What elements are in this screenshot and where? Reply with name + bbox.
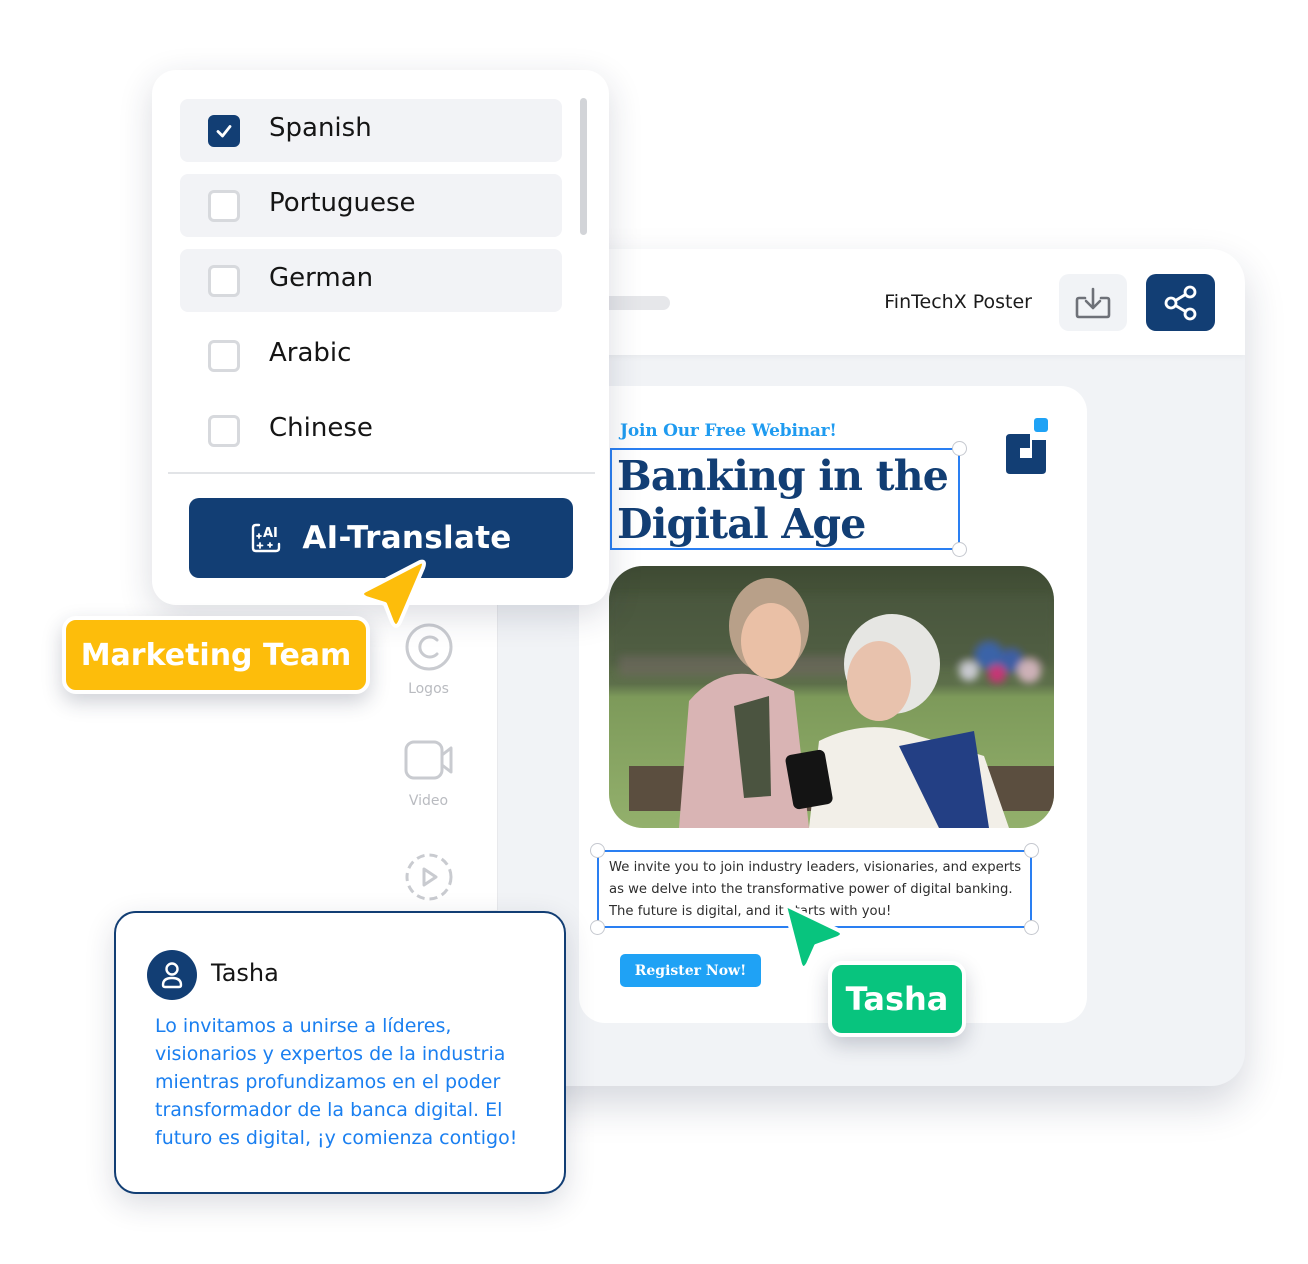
checkbox[interactable]	[208, 265, 240, 297]
share-button[interactable]	[1146, 274, 1215, 331]
comment-card: Tasha Lo invitamos a unirse a líderes, v…	[114, 911, 566, 1194]
collaborator-tag-tasha: Tasha	[828, 961, 966, 1037]
tool-video-label: Video	[408, 793, 449, 809]
animation-play-icon	[405, 853, 452, 901]
poster-photo[interactable]	[609, 566, 1054, 828]
poster-kicker[interactable]: Join Our Free Webinar!	[620, 421, 837, 441]
resize-handle[interactable]	[1024, 843, 1039, 858]
checkbox[interactable]	[208, 190, 240, 222]
video-camera-icon	[404, 740, 452, 780]
download-button[interactable]	[1059, 274, 1127, 331]
language-label: Chinese	[269, 413, 373, 443]
resize-handle[interactable]	[590, 920, 605, 935]
tool-animate[interactable]	[360, 852, 497, 907]
language-option-portuguese[interactable]: Portuguese	[180, 174, 562, 237]
editor-topbar: FinTechX Poster	[498, 249, 1245, 355]
tool-logos-label: Logos	[408, 681, 449, 697]
tool-video[interactable]: Video	[360, 738, 497, 809]
checkmark-icon	[216, 125, 232, 138]
tool-sidebar: Logos Video	[360, 600, 498, 910]
headline-line-2: Digital Age	[617, 500, 866, 548]
language-label: German	[269, 263, 374, 293]
document-title: FinTechX Poster	[884, 291, 1032, 313]
checkbox[interactable]	[208, 415, 240, 447]
language-menu: Spanish Portuguese German Arabic Chinese…	[152, 70, 609, 605]
user-icon	[161, 962, 183, 989]
register-now-button[interactable]: Register Now!	[620, 954, 761, 987]
collaborator-tag-marketing-team: Marketing Team	[62, 616, 370, 694]
download-icon	[1075, 287, 1111, 318]
poster-headline[interactable]: Banking in the Digital Age	[617, 452, 977, 548]
scrollbar[interactable]	[580, 98, 587, 235]
checkbox-checked[interactable]	[208, 115, 240, 147]
language-label: Arabic	[269, 338, 352, 368]
comment-text: Lo invitamos a unirse a líderes, visiona…	[155, 1015, 518, 1149]
headline-line-1: Banking in the	[617, 452, 949, 500]
language-label: Portuguese	[269, 188, 416, 218]
avatar	[147, 950, 197, 1000]
comment-author: Tasha	[211, 959, 279, 987]
share-icon	[1164, 285, 1196, 320]
svg-text:AI: AI	[263, 526, 278, 541]
language-option-chinese[interactable]: Chinese	[180, 399, 562, 462]
ai-translate-label: AI-Translate	[302, 520, 512, 556]
ai-sparkle-icon: AI	[252, 523, 281, 553]
language-option-arabic[interactable]: Arabic	[180, 324, 562, 387]
photo-image	[609, 566, 1054, 828]
language-option-spanish[interactable]: Spanish	[180, 99, 562, 162]
language-label: Spanish	[269, 113, 372, 143]
divider	[168, 472, 595, 474]
resize-handle[interactable]	[590, 843, 605, 858]
brand-logo-icon	[1006, 418, 1048, 474]
tool-logos[interactable]: Logos	[360, 622, 497, 697]
language-option-german[interactable]: German	[180, 249, 562, 312]
checkbox[interactable]	[208, 340, 240, 372]
